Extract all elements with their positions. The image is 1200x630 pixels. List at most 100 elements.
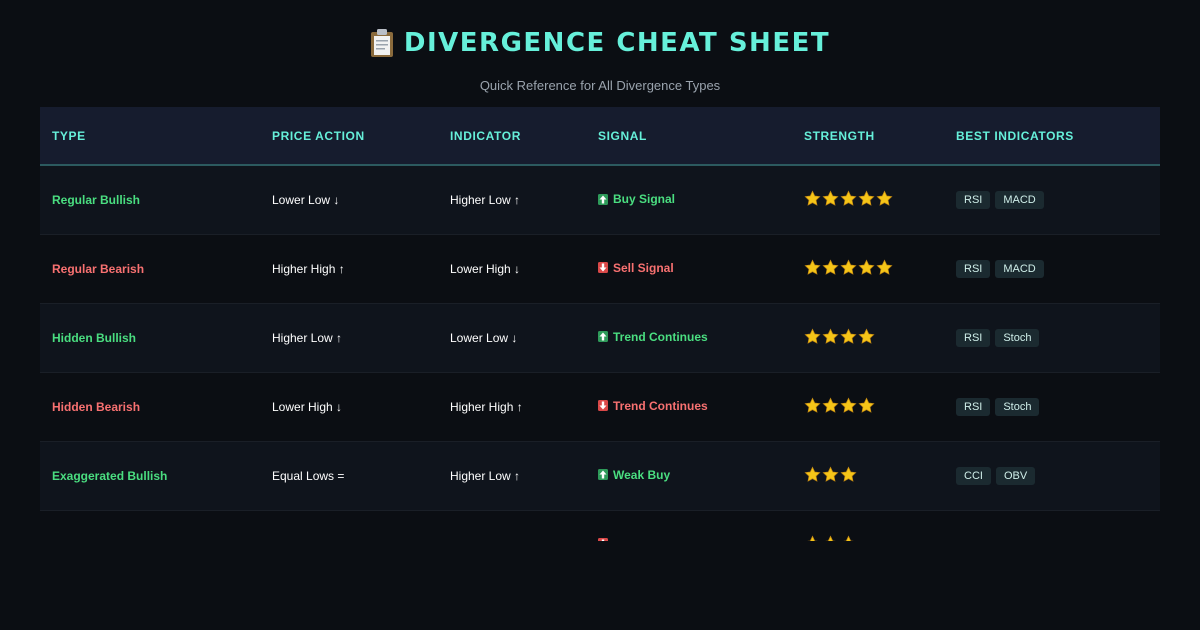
cell-type: Regular Bullish [40,165,260,234]
indicator-tag: MACD [995,259,1044,278]
star-icon [876,190,893,207]
star-icon [804,396,821,414]
star-icon [858,190,875,207]
down-arrow-icon [598,262,608,274]
star-icon [822,258,839,276]
signal-badge [598,537,613,541]
table-row: Exaggerated Bullish Equal Lows = Higher Lo… [40,441,1160,510]
cell-price-action [260,510,438,541]
cell-indicator: Lower High ↓ [438,234,586,303]
signal-badge: Sell Signal [598,261,674,275]
cell-best-indicators: RSI MACD [944,165,1160,234]
cell-strength [792,165,944,234]
indicator-tag: Stoch [995,328,1040,347]
page-title: DIVERGENCE CHEAT SHEET [403,28,831,58]
indicator-tag: RSI [956,259,991,278]
column-header-price-action: Price Action [272,128,365,143]
table-row [40,510,1160,541]
cell-strength [792,441,944,510]
price-action-text: Lower Low ↓ [272,192,340,207]
indicator-tag: MACD [995,190,1044,209]
signal-badge: Buy Signal [598,192,675,206]
cell-signal: Weak Buy [586,441,792,510]
star-icon [858,258,875,276]
strength-rating [804,465,857,483]
divergence-type-label: Regular Bullish [52,192,141,207]
cell-indicator: Lower Low ↓ [438,303,586,372]
cell-strength [792,303,944,372]
price-action-text: Higher Low ↑ [272,330,343,345]
star-icon [804,327,821,345]
signal-text: Trend Continues [613,329,708,344]
cell-strength [792,510,944,541]
cell-indicator: Higher Low ↑ [438,165,586,234]
strength-rating [804,327,875,345]
price-action-text: Equal Lows = [272,468,345,483]
indicator-tag: Stoch [995,397,1040,416]
cell-indicator: Higher High ↑ [438,372,586,441]
cell-type: Hidden Bearish [40,372,260,441]
signal-text: Buy Signal [613,192,676,206]
signal-badge: Trend Continues [598,399,708,413]
star-icon [822,465,839,483]
indicator-text: Higher Low ↑ [450,468,521,483]
down-arrow-icon [598,537,608,541]
star-icon [804,534,821,541]
title-bar: DIVERGENCE CHEAT SHEET [0,28,1200,58]
cell-signal [586,510,792,541]
cell-price-action: Higher High ↑ [260,234,438,303]
table-row: Regular Bearish Higher High ↑ Lower High ↓… [40,234,1160,303]
price-action-text: Lower High ↓ [272,399,343,414]
page-subtitle: Quick Reference for All Divergence Types [479,78,721,93]
cell-best-indicators: RSI MACD [944,234,1160,303]
signal-text: Weak Buy [613,467,671,482]
clipboard-icon [370,28,394,58]
cell-strength [792,234,944,303]
cell-type: Hidden Bullish [40,303,260,372]
signal-text: Sell Signal [613,260,674,275]
column-header-best-indicators: Best Indicators [956,128,1074,143]
star-icon [858,396,875,414]
column-header-indicator: Indicator [450,128,521,143]
cell-type [40,510,260,541]
star-icon [804,465,821,483]
signal-badge: Trend Continues [598,330,708,344]
indicator-tag: OBV [995,466,1036,485]
cell-indicator: Higher Low ↑ [438,441,586,510]
star-icon [804,258,821,276]
cell-signal: Trend Continues [586,372,792,441]
star-icon [840,465,857,483]
signal-text: Trend Continues [613,398,708,413]
divergence-table: Type Price Action Indicator Signal Stren… [40,107,1160,541]
cell-price-action: Lower High ↓ [260,372,438,441]
cell-price-action: Equal Lows = [260,441,438,510]
cell-indicator [438,510,586,541]
star-icon [840,534,857,541]
indicator-text: Higher High ↑ [450,399,523,414]
indicator-tag: RSI [956,397,991,416]
star-icon [822,327,839,345]
cell-best-indicators [944,510,1160,541]
indicator-text: Lower Low ↓ [450,330,518,345]
strength-rating [804,396,875,414]
star-icon [876,258,893,276]
star-icon [822,396,839,414]
divergence-type-label: Regular Bearish [52,261,145,276]
table-header-row: Type Price Action Indicator Signal Stren… [40,107,1160,165]
cell-best-indicators: RSI Stoch [944,303,1160,372]
indicator-tag: RSI [956,190,991,209]
star-icon [804,190,821,207]
column-header-strength: Strength [804,128,875,143]
star-icon [858,327,875,345]
price-action-text: Higher High ↑ [272,261,345,276]
up-arrow-icon [598,469,608,481]
table-row: Hidden Bearish Lower High ↓ Higher High ↑ T… [40,372,1160,441]
cell-type: Regular Bearish [40,234,260,303]
divergence-type-label: Exaggerated Bullish [52,468,168,483]
star-icon [822,190,839,207]
up-arrow-icon [598,193,608,205]
cell-strength [792,372,944,441]
table-scroll-area[interactable]: Type Price Action Indicator Signal Stren… [40,107,1160,541]
column-header-signal: Signal [598,128,647,143]
column-header-type: Type [52,128,86,143]
